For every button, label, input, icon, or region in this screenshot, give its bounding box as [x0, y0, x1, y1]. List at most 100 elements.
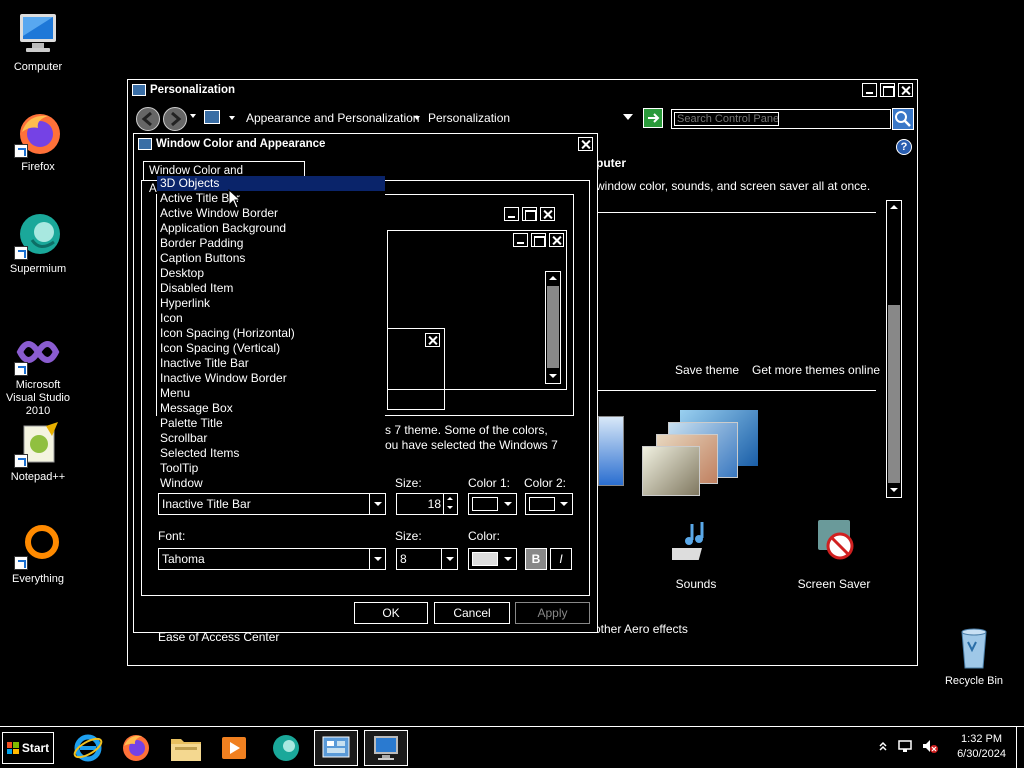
- chevron-down-icon[interactable]: [369, 494, 385, 514]
- dropdown-option[interactable]: Selected Items: [157, 446, 385, 461]
- taskbar-clock[interactable]: 1:32 PM 6/30/2024: [957, 732, 1006, 762]
- dropdown-option[interactable]: ToolTip: [157, 461, 385, 476]
- taskbar-internet-explorer[interactable]: [66, 730, 110, 766]
- address-chevron[interactable]: [229, 116, 235, 120]
- sounds-item[interactable]: Sounds: [658, 518, 734, 591]
- desktop-icon-recycle-bin[interactable]: Recycle Bin: [936, 624, 1012, 688]
- preview-min-button: [504, 207, 519, 221]
- dropdown-option[interactable]: Menu: [157, 386, 385, 401]
- desktop-icon-supermium[interactable]: Supermium: [0, 212, 76, 276]
- save-theme-link[interactable]: Save theme: [675, 363, 739, 377]
- show-hidden-icons[interactable]: [879, 740, 887, 752]
- dropdown-option[interactable]: Icon Spacing (Vertical): [157, 341, 385, 356]
- back-button[interactable]: [136, 107, 160, 131]
- dropdown-option[interactable]: Icon: [157, 311, 385, 326]
- desktop-icon-firefox[interactable]: Firefox: [0, 110, 76, 174]
- dropdown-option[interactable]: Caption Buttons: [157, 251, 385, 266]
- font-size-select[interactable]: 8: [396, 548, 458, 570]
- dropdown-option[interactable]: Application Background: [157, 221, 385, 236]
- item-select[interactable]: Inactive Title Bar: [158, 493, 386, 515]
- firefox-icon: [123, 735, 149, 761]
- breadcrumb-chevron[interactable]: [414, 116, 420, 120]
- color2-swatch: [529, 497, 555, 511]
- apply-button[interactable]: Apply: [515, 602, 590, 624]
- network-tray-icon[interactable]: [897, 738, 913, 757]
- dropdown-option[interactable]: Active Window Border: [157, 206, 385, 221]
- dropdown-option[interactable]: Icon Spacing (Horizontal): [157, 326, 385, 341]
- dropdown-option[interactable]: 3D Objects: [157, 176, 385, 191]
- preview-close-button: [549, 233, 564, 247]
- minimize-button[interactable]: [862, 83, 877, 97]
- get-more-themes-link[interactable]: Get more themes online: [752, 363, 880, 377]
- color1-picker[interactable]: [468, 493, 517, 515]
- aero-effects-link[interactable]: other Aero effects: [594, 622, 688, 636]
- shortcut-arrow-icon: [14, 556, 28, 570]
- search-box[interactable]: [671, 109, 891, 129]
- dropdown-option[interactable]: Hyperlink: [157, 296, 385, 311]
- close-button[interactable]: [898, 83, 913, 97]
- bold-toggle[interactable]: B: [525, 548, 547, 570]
- taskbar-supermium[interactable]: [264, 730, 308, 766]
- recent-pages-dropdown[interactable]: [190, 114, 196, 118]
- desktop-icon-notepadpp[interactable]: Notepad++: [0, 420, 76, 484]
- breadcrumb-appearance[interactable]: Appearance and Personalization: [246, 111, 419, 125]
- scroll-down-arrow[interactable]: [887, 483, 901, 497]
- dropdown-option[interactable]: Active Title Bar: [157, 191, 385, 206]
- theme-preview-partial[interactable]: [598, 416, 624, 486]
- dialog-title: Window Color and Appearance: [156, 138, 326, 150]
- chevron-down-icon[interactable]: [441, 549, 457, 569]
- font-select[interactable]: Tahoma: [158, 548, 386, 570]
- help-button[interactable]: ?: [896, 139, 912, 155]
- dropdown-option[interactable]: Inactive Window Border: [157, 371, 385, 386]
- taskbar-control-panel[interactable]: [314, 730, 358, 766]
- preview-max-button: [531, 233, 546, 247]
- desktop-icon-everything[interactable]: Everything: [0, 522, 76, 586]
- theme-list-scrollbar[interactable]: [886, 200, 902, 498]
- search-input[interactable]: [674, 112, 779, 126]
- dialog-close-button[interactable]: [578, 137, 593, 151]
- dialog-titlebar[interactable]: Window Color and Appearance: [134, 134, 597, 154]
- item-dropdown-list[interactable]: 3D Objects Active Title Bar Active Window …: [157, 176, 385, 490]
- dropdown-option[interactable]: Inactive Title Bar: [157, 356, 385, 371]
- personalization-titlebar[interactable]: Personalization: [128, 80, 917, 100]
- desktop-icon-computer[interactable]: Computer: [0, 10, 76, 74]
- scroll-up-arrow[interactable]: [887, 201, 901, 215]
- taskbar-file-explorer[interactable]: [164, 730, 208, 766]
- breadcrumb-personalization[interactable]: Personalization: [428, 111, 510, 125]
- chevron-down-icon[interactable]: [369, 549, 385, 569]
- chevron-down-icon[interactable]: [556, 494, 572, 514]
- dropdown-option[interactable]: Disabled Item: [157, 281, 385, 296]
- spinner-buttons[interactable]: [443, 494, 457, 514]
- dropdown-option[interactable]: Scrollbar: [157, 431, 385, 446]
- taskbar-firefox[interactable]: [114, 730, 158, 766]
- taskbar-media-player[interactable]: [212, 730, 256, 766]
- show-desktop-button[interactable]: [1016, 727, 1024, 768]
- maximize-button[interactable]: [880, 83, 895, 97]
- desktop-icon-label: Recycle Bin: [944, 675, 1004, 687]
- dropdown-option[interactable]: Border Padding: [157, 236, 385, 251]
- screen-saver-item[interactable]: Screen Saver: [794, 516, 874, 591]
- volume-tray-icon[interactable]: [921, 738, 939, 757]
- font-color-picker[interactable]: [468, 548, 517, 570]
- search-button[interactable]: [892, 108, 914, 130]
- color2-picker[interactable]: [525, 493, 573, 515]
- refresh-button[interactable]: [643, 108, 663, 128]
- item-size-spinner[interactable]: 18: [396, 493, 458, 515]
- dropdown-option[interactable]: Palette Title: [157, 416, 385, 431]
- address-history-dropdown[interactable]: [623, 114, 633, 120]
- scroll-thumb[interactable]: [888, 305, 900, 483]
- desktop-icon-visual-studio[interactable]: Microsoft Visual Studio 2010: [0, 328, 76, 418]
- chevron-down-icon[interactable]: [500, 549, 516, 569]
- ok-button[interactable]: OK: [354, 602, 428, 624]
- taskbar-display-settings[interactable]: [364, 730, 408, 766]
- cancel-button[interactable]: Cancel: [434, 602, 510, 624]
- chevron-down-icon[interactable]: [500, 494, 516, 514]
- dropdown-option[interactable]: Desktop: [157, 266, 385, 281]
- forward-button[interactable]: [163, 107, 187, 131]
- dropdown-option[interactable]: Message Box: [157, 401, 385, 416]
- chevron-up-icon: [879, 741, 887, 751]
- theme-preview-stack[interactable]: [640, 410, 760, 500]
- italic-toggle[interactable]: I: [550, 548, 572, 570]
- start-button[interactable]: Start: [2, 732, 54, 764]
- dropdown-option[interactable]: Window: [157, 476, 385, 491]
